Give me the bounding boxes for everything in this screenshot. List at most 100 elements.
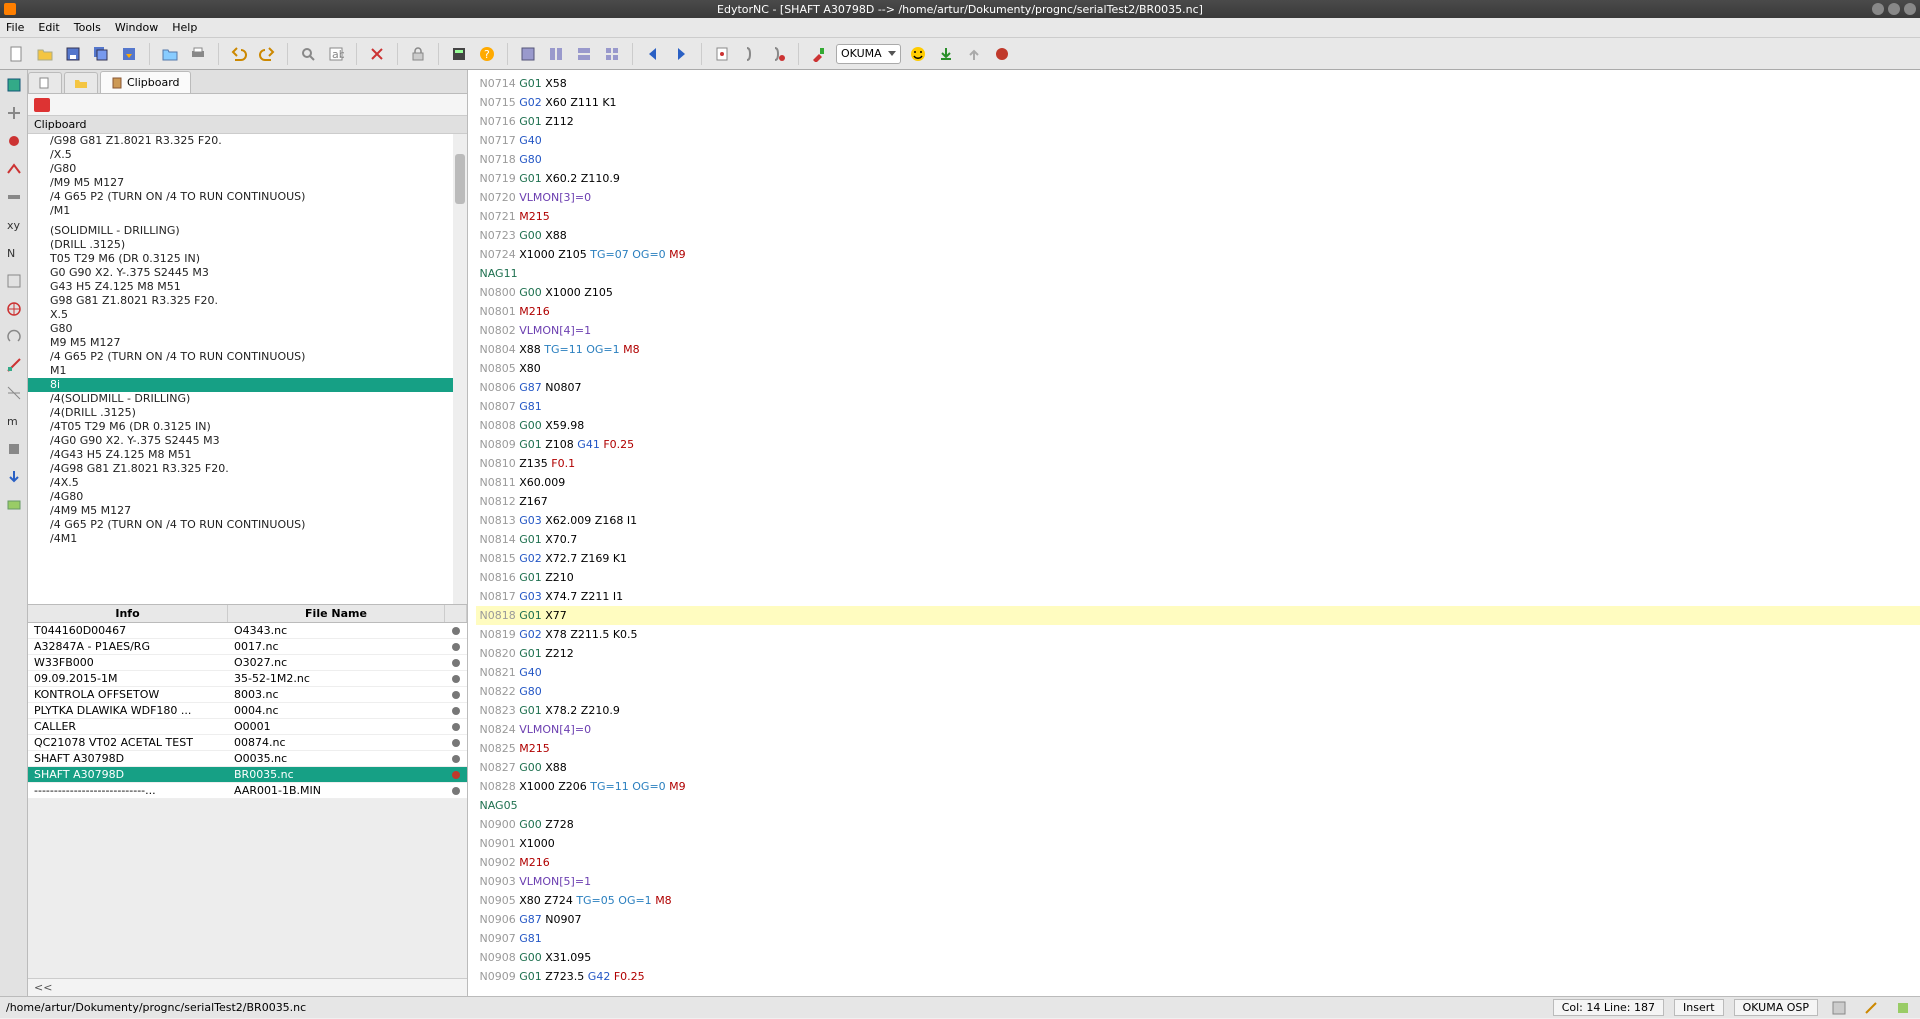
ts-btn-5[interactable] xyxy=(3,186,25,208)
ts-btn-1[interactable] xyxy=(3,74,25,96)
clipboard-item[interactable]: /4G43 H5 Z4.125 M8 M51 xyxy=(28,448,467,462)
replace-button[interactable]: ab xyxy=(325,43,347,65)
arrow-left-button[interactable] xyxy=(642,43,664,65)
code-editor[interactable]: N0714 G01 X58 N0715 G02 X60 Z111 K1 N071… xyxy=(468,70,1920,996)
clipboard-item[interactable]: T05 T29 M6 (DR 0.3125 IN) xyxy=(28,252,467,266)
col-fname-header[interactable]: File Name xyxy=(228,605,445,622)
menu-tools[interactable]: Tools xyxy=(74,21,101,34)
clipboard-item[interactable]: X.5 xyxy=(28,308,467,322)
help-button[interactable]: ? xyxy=(476,43,498,65)
ts-btn-16[interactable] xyxy=(3,494,25,516)
tool-d-button[interactable] xyxy=(601,43,623,65)
clipboard-item[interactable]: 8i xyxy=(28,378,467,392)
clipboard-item[interactable]: /4(DRILL .3125) xyxy=(28,406,467,420)
readonly-button[interactable] xyxy=(407,43,429,65)
clipboard-clear-button[interactable] xyxy=(34,98,50,112)
clipboard-item[interactable]: G43 H5 Z4.125 M8 M51 xyxy=(28,280,467,294)
print-button[interactable] xyxy=(187,43,209,65)
clipboard-item[interactable]: /4G98 G81 Z1.8021 R3.325 F20. xyxy=(28,462,467,476)
menu-window[interactable]: Window xyxy=(115,21,158,34)
attach2-button[interactable] xyxy=(739,43,761,65)
clipboard-list[interactable]: /G98 G81 Z1.8021 R3.325 F20./X.5/G80/M9 … xyxy=(28,134,467,604)
ts-btn-10[interactable] xyxy=(3,326,25,348)
clipboard-item[interactable]: /4T05 T29 M6 (DR 0.3125 IN) xyxy=(28,420,467,434)
ts-btn-8[interactable] xyxy=(3,270,25,292)
ts-btn-13[interactable]: m xyxy=(3,410,25,432)
file-row[interactable]: SHAFT A30798DBR0035.nc xyxy=(28,767,467,783)
tool-b-button[interactable] xyxy=(545,43,567,65)
menu-file[interactable]: File xyxy=(6,21,24,34)
ts-btn-3[interactable] xyxy=(3,130,25,152)
menu-edit[interactable]: Edit xyxy=(38,21,59,34)
ts-btn-2[interactable] xyxy=(3,102,25,124)
minimize-button[interactable] xyxy=(1872,3,1884,15)
new-file-button[interactable] xyxy=(6,43,28,65)
ts-btn-9[interactable] xyxy=(3,298,25,320)
open-example-button[interactable] xyxy=(159,43,181,65)
ts-btn-7[interactable]: N xyxy=(3,242,25,264)
arrow-right-button[interactable] xyxy=(670,43,692,65)
clip-scrollbar[interactable] xyxy=(453,134,467,604)
status-tool-2[interactable] xyxy=(1860,997,1882,1019)
clipboard-item[interactable]: /G80 xyxy=(28,162,467,176)
undo-button[interactable] xyxy=(228,43,250,65)
clipboard-item[interactable]: /4(SOLIDMILL - DRILLING) xyxy=(28,392,467,406)
attach1-button[interactable] xyxy=(711,43,733,65)
ts-btn-11[interactable] xyxy=(3,354,25,376)
status-tool-1[interactable] xyxy=(1828,997,1850,1019)
file-row[interactable]: T044160D00467O4343.nc xyxy=(28,623,467,639)
delete-button[interactable] xyxy=(366,43,388,65)
clipboard-item[interactable]: M1 xyxy=(28,364,467,378)
save-as-button[interactable] xyxy=(118,43,140,65)
ts-btn-6[interactable]: xy xyxy=(3,214,25,236)
clipboard-item[interactable]: /X.5 xyxy=(28,148,467,162)
clipboard-item[interactable]: G80 xyxy=(28,322,467,336)
tool-c-button[interactable] xyxy=(573,43,595,65)
clipboard-item[interactable]: /G98 G81 Z1.8021 R3.325 F20. xyxy=(28,134,467,148)
clipboard-item[interactable]: /4G80 xyxy=(28,490,467,504)
menu-help[interactable]: Help xyxy=(172,21,197,34)
clipboard-item[interactable]: M9 M5 M127 xyxy=(28,336,467,350)
col-info-header[interactable]: Info xyxy=(28,605,228,622)
save-button[interactable] xyxy=(62,43,84,65)
clipboard-item[interactable]: /4 G65 P2 (TURN ON /4 TO RUN CONTINUOUS) xyxy=(28,518,467,532)
clipboard-item[interactable]: (DRILL .3125) xyxy=(28,238,467,252)
file-row[interactable]: W33FB000O3027.nc xyxy=(28,655,467,671)
ts-btn-12[interactable] xyxy=(3,382,25,404)
emoji-button[interactable] xyxy=(907,43,929,65)
clipboard-item[interactable]: /M1 xyxy=(28,204,467,218)
clipboard-item[interactable]: /4G0 G90 X2. Y-.375 S2445 M3 xyxy=(28,434,467,448)
maximize-button[interactable] xyxy=(1888,3,1900,15)
ts-btn-14[interactable] xyxy=(3,438,25,460)
clipboard-item[interactable]: /M9 M5 M127 xyxy=(28,176,467,190)
clipboard-item[interactable]: /4X.5 xyxy=(28,476,467,490)
brush-button[interactable] xyxy=(808,43,830,65)
download-button[interactable] xyxy=(935,43,957,65)
calc-button[interactable] xyxy=(448,43,470,65)
ts-btn-4[interactable] xyxy=(3,158,25,180)
tab-folder[interactable] xyxy=(64,72,98,93)
stop-button[interactable] xyxy=(991,43,1013,65)
clipboard-item[interactable]: /4 G65 P2 (TURN ON /4 TO RUN CONTINUOUS) xyxy=(28,190,467,204)
redo-button[interactable] xyxy=(256,43,278,65)
file-row[interactable]: ----------------------------...AAR001-1B… xyxy=(28,783,467,799)
close-window-button[interactable] xyxy=(1904,3,1916,15)
file-row[interactable]: QC21078 VT02 ACETAL TEST00874.nc xyxy=(28,735,467,751)
clipboard-item[interactable]: /4M1 xyxy=(28,532,467,546)
attach-remove-button[interactable] xyxy=(767,43,789,65)
save-all-button[interactable] xyxy=(90,43,112,65)
clipboard-item[interactable]: (SOLIDMILL - DRILLING) xyxy=(28,224,467,238)
tab-files[interactable] xyxy=(28,72,62,93)
file-row[interactable]: PLYTKA DLAWIKA WDF180 ...0004.nc xyxy=(28,703,467,719)
tool-a-button[interactable] xyxy=(517,43,539,65)
file-row[interactable]: CALLERO0001 xyxy=(28,719,467,735)
machine-select[interactable]: OKUMA xyxy=(836,44,901,64)
clipboard-item[interactable]: /4M9 M5 M127 xyxy=(28,504,467,518)
find-button[interactable] xyxy=(297,43,319,65)
clipboard-item[interactable]: G0 G90 X2. Y-.375 S2445 M3 xyxy=(28,266,467,280)
status-tool-3[interactable] xyxy=(1892,997,1914,1019)
upload-button[interactable] xyxy=(963,43,985,65)
file-row[interactable]: A32847A - P1AES/RG0017.nc xyxy=(28,639,467,655)
collapse-panel-button[interactable]: << xyxy=(28,978,467,996)
file-row[interactable]: 09.09.2015-1M35-52-1M2.nc xyxy=(28,671,467,687)
